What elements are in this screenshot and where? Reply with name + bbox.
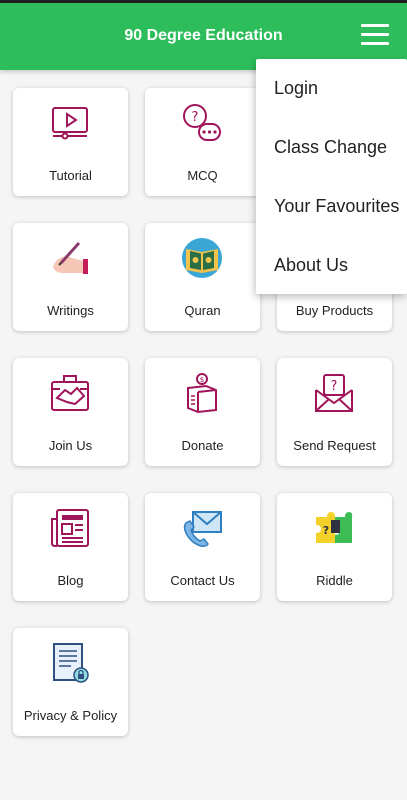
card-label: Writings (47, 303, 94, 318)
menu-item-label: Login (274, 78, 319, 98)
video-player-icon (49, 102, 91, 144)
menu-item-label: Class Change (274, 137, 388, 157)
card-label: Join Us (48, 438, 93, 453)
overflow-menu: Login Class Change Your Favourites About… (256, 59, 407, 294)
menu-item-login[interactable]: Login (256, 59, 407, 118)
privacy-policy-card[interactable]: Privacy & Policy (13, 628, 128, 736)
svg-text:$: $ (200, 376, 204, 384)
card-label: Buy Products (295, 303, 374, 318)
menu-item-your-favourites[interactable]: Your Favourites (256, 177, 407, 236)
contact-us-card[interactable]: Contact Us (145, 493, 260, 601)
quran-card[interactable]: Quran (145, 223, 260, 331)
card-label: MCQ (187, 168, 218, 183)
writing-hand-icon (49, 237, 91, 279)
donation-box-icon: $ (181, 372, 223, 414)
riddle-card[interactable]: ? Riddle (277, 493, 392, 601)
donate-card[interactable]: $ Donate (145, 358, 260, 466)
svg-text:?: ? (331, 379, 338, 394)
blog-card[interactable]: Blog (13, 493, 128, 601)
card-label: Blog (57, 573, 84, 588)
app-title: 90 Degree Education (124, 27, 283, 44)
card-label: Send Request (293, 438, 376, 453)
svg-text:?: ? (323, 524, 329, 537)
menu-item-label: About Us (274, 255, 349, 275)
hamburger-menu-icon[interactable] (359, 22, 393, 50)
menu-item-class-change[interactable]: Class Change (256, 118, 407, 177)
handshake-briefcase-icon (49, 372, 91, 414)
card-label: Privacy & Policy (23, 708, 118, 723)
quran-book-icon (181, 237, 223, 279)
puzzle-icon: ? (313, 507, 355, 549)
card-label: Tutorial (49, 168, 92, 183)
card-label: Riddle (316, 573, 353, 588)
card-label: Quran (184, 303, 221, 318)
svg-text:?: ? (192, 110, 199, 125)
tutorial-card[interactable]: Tutorial (13, 88, 128, 196)
secure-document-icon (49, 642, 91, 684)
card-label: Contact Us (170, 573, 235, 588)
newspaper-icon (49, 507, 91, 549)
join-us-card[interactable]: Join Us (13, 358, 128, 466)
menu-item-label: Your Favourites (274, 196, 400, 216)
menu-item-about-us[interactable]: About Us (256, 236, 407, 295)
envelope-question-icon: ? (313, 372, 355, 414)
envelope-phone-icon (181, 507, 223, 549)
card-label: Donate (181, 438, 224, 453)
question-chat-icon: ? (181, 102, 223, 144)
mcq-card[interactable]: ? MCQ (145, 88, 260, 196)
writings-card[interactable]: Writings (13, 223, 128, 331)
send-request-card[interactable]: ? Send Request (277, 358, 392, 466)
